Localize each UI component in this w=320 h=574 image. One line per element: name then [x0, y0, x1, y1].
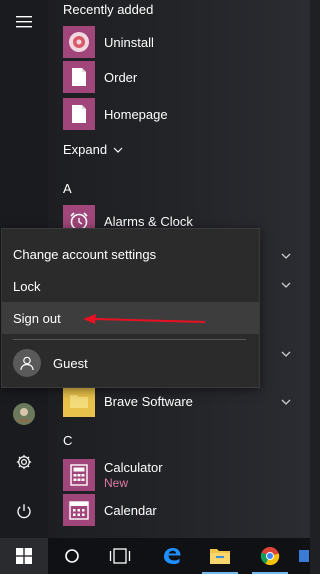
app-label: Homepage	[104, 106, 168, 122]
app-label: Calendar	[104, 502, 157, 518]
edge-icon	[164, 548, 181, 564]
document-icon	[63, 61, 95, 93]
expand-label: Expand	[63, 142, 108, 157]
uninstall-icon	[63, 26, 95, 58]
chevron-down-icon	[113, 147, 123, 153]
lock-item[interactable]: Lock	[2, 270, 259, 302]
red-arrow-annotation	[83, 314, 206, 324]
app-label: Brave Software	[104, 393, 193, 409]
chevron-down-icon[interactable]	[280, 250, 292, 262]
app-item-calendar[interactable]: Calendar	[63, 492, 310, 528]
hamburger-icon	[16, 16, 32, 28]
app-item-homepage[interactable]: Homepage	[63, 96, 310, 132]
change-account-settings-item[interactable]: Change account settings	[2, 238, 259, 270]
calculator-icon	[63, 459, 95, 491]
app-label: Order	[104, 69, 138, 85]
section-header-c[interactable]: C	[63, 433, 72, 448]
folder-icon	[63, 385, 95, 417]
new-badge: New	[104, 476, 129, 490]
app-label: Calculator	[104, 460, 163, 475]
start-button[interactable]	[0, 538, 48, 574]
settings-button[interactable]	[0, 440, 48, 484]
taskbar-overflow-app[interactable]	[294, 538, 310, 574]
chrome-icon	[260, 547, 280, 566]
user-guest-item[interactable]: Guest	[2, 345, 259, 381]
calendar-icon	[63, 494, 95, 526]
app-label-group: Calculator New	[104, 460, 163, 490]
menu-divider	[13, 339, 246, 340]
task-view-icon	[109, 548, 131, 564]
app-item-order[interactable]: Order	[63, 59, 310, 95]
hamburger-menu-button[interactable]	[0, 0, 48, 44]
chevron-down-icon[interactable]	[280, 279, 292, 291]
app-label: Alarms & Clock	[104, 213, 193, 229]
search-circle-icon	[65, 549, 79, 563]
user-photo-icon	[13, 403, 35, 425]
taskbar	[0, 538, 310, 574]
app-label: Uninstall	[104, 34, 154, 50]
start-menu: Recently added Uninstall Order Homepage …	[0, 0, 310, 538]
folder-icon	[210, 549, 230, 564]
user-name: Guest	[53, 355, 88, 371]
task-view-button[interactable]	[96, 538, 144, 574]
document-icon	[63, 98, 95, 130]
chevron-down-icon[interactable]	[280, 348, 292, 360]
windows-logo-icon	[16, 548, 32, 564]
chevron-down-icon[interactable]	[280, 396, 292, 408]
app-item-brave[interactable]: Brave Software	[63, 383, 310, 419]
expand-button[interactable]: Expand	[63, 142, 123, 157]
section-header-a[interactable]: A	[63, 181, 72, 196]
file-explorer-button[interactable]	[196, 538, 244, 574]
avatar	[13, 349, 41, 377]
user-avatar-button[interactable]	[0, 392, 48, 436]
account-menu: Change account settings Lock Sign out Gu…	[1, 228, 260, 388]
edge-button[interactable]	[148, 538, 196, 574]
app-icon	[299, 550, 309, 562]
power-button[interactable]	[0, 489, 48, 533]
gear-icon	[16, 454, 32, 470]
recently-added-header: Recently added	[63, 2, 154, 17]
app-item-calculator[interactable]: Calculator New	[63, 456, 310, 494]
chrome-button[interactable]	[246, 538, 294, 574]
app-item-uninstall[interactable]: Uninstall	[63, 24, 310, 60]
cortana-button[interactable]	[48, 538, 96, 574]
person-icon	[20, 356, 34, 371]
power-icon	[17, 504, 31, 519]
